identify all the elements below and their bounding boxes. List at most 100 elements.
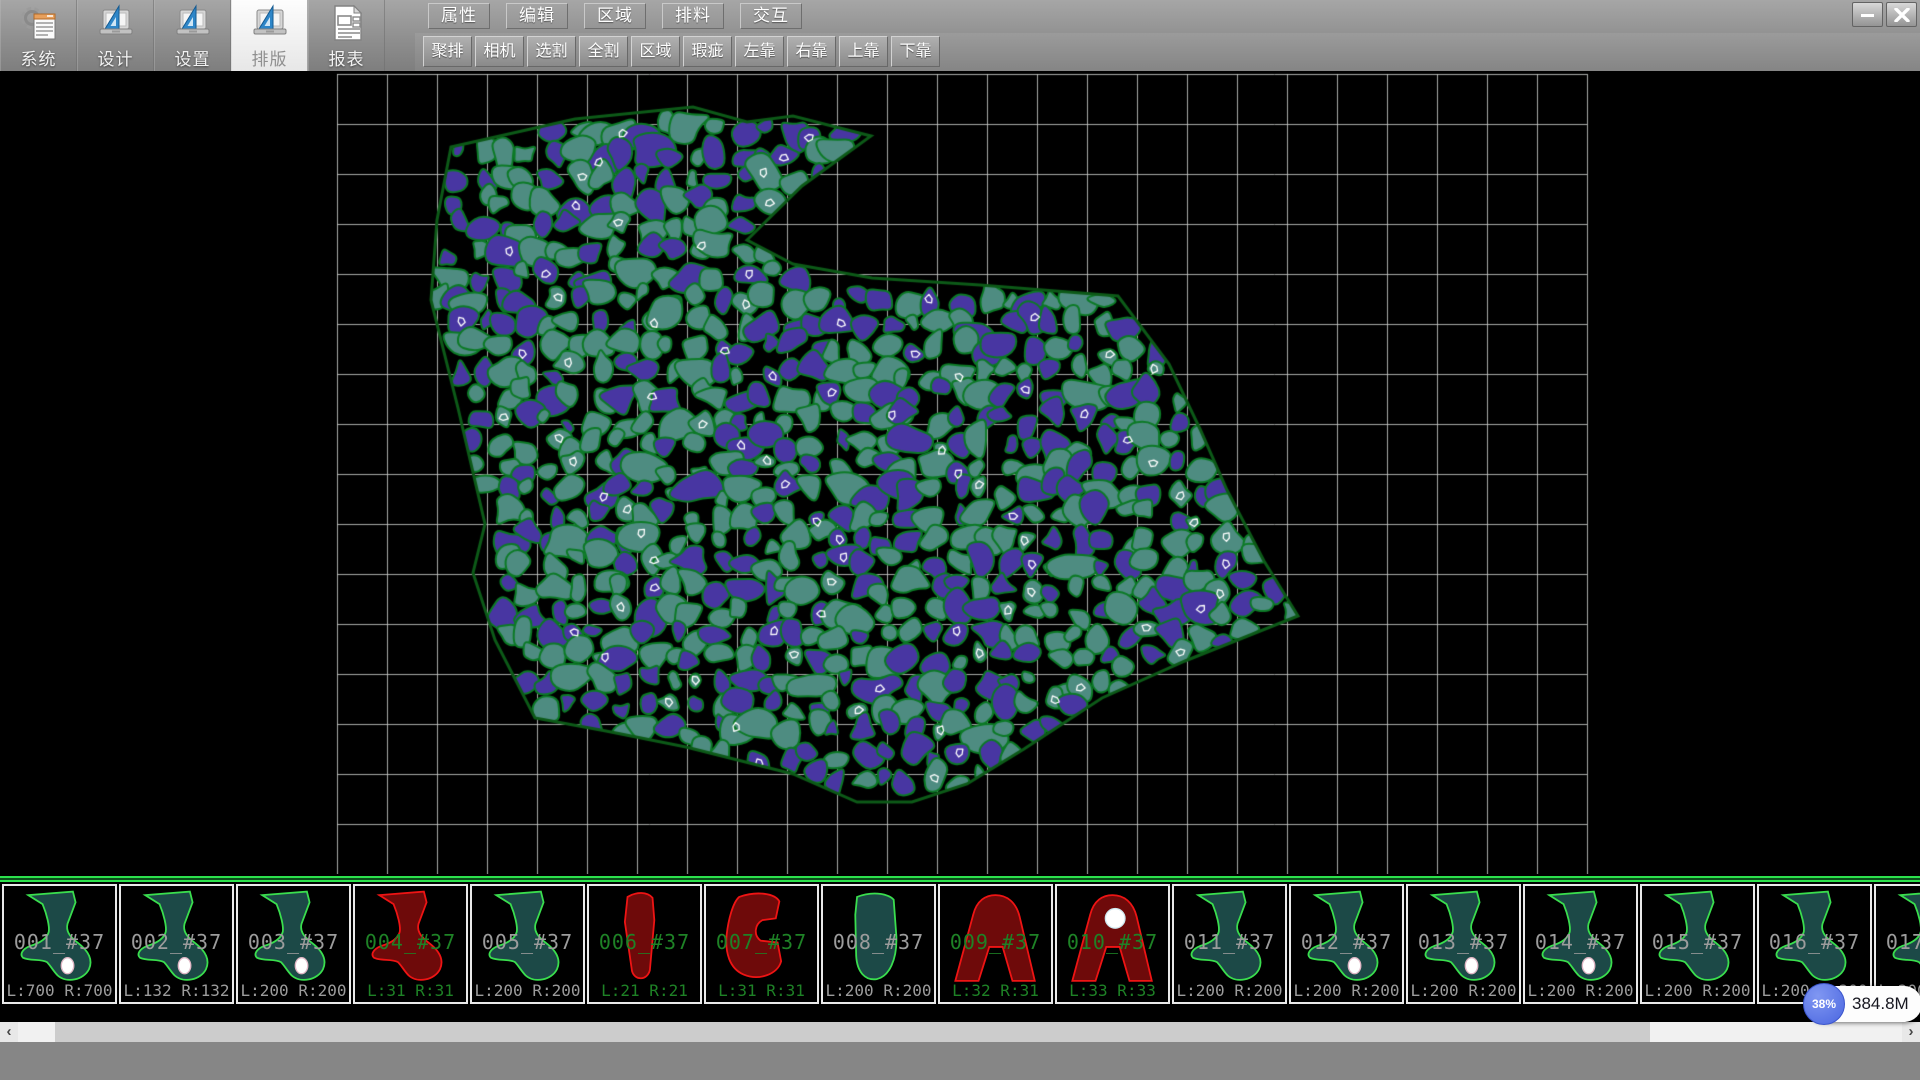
- minimize-button[interactable]: [1852, 2, 1883, 27]
- app-button-label: 设计: [98, 45, 134, 70]
- app-button-label: 排版: [252, 45, 288, 70]
- piece-name: 009_#37: [940, 930, 1051, 954]
- piece-thumbnail[interactable]: 001_#37 L:700 R:700: [2, 884, 117, 1004]
- menu-tab[interactable]: 区域: [584, 3, 646, 29]
- status-bar: [0, 1042, 1920, 1080]
- piece-thumbnail[interactable]: 004_#37 L:31 R:31: [353, 884, 468, 1004]
- app-button-system[interactable]: 系统: [0, 0, 77, 71]
- piece-lr-count: L:200 R:200: [1291, 981, 1402, 1000]
- strip-divider-lines: [0, 874, 1920, 884]
- menu-tab[interactable]: 交互: [740, 3, 802, 29]
- app-button-report[interactable]: 报表: [308, 0, 385, 71]
- piece-thumbnail[interactable]: 008_#37 L:200 R:200: [821, 884, 936, 1004]
- piece-lr-count: L:200 R:200: [1642, 981, 1753, 1000]
- piece-thumbnail[interactable]: 002_#37 L:132 R:132: [119, 884, 234, 1004]
- scroll-left-button[interactable]: ‹: [0, 1022, 18, 1042]
- piece-thumbnail[interactable]: 013_#37 L:200 R:200: [1406, 884, 1521, 1004]
- system-icon: [19, 3, 59, 43]
- scroll-right-button[interactable]: ›: [1902, 1022, 1920, 1042]
- piece-name: 002_#37: [121, 930, 232, 954]
- action-button[interactable]: 上靠: [839, 36, 888, 67]
- piece-thumbnail[interactable]: 015_#37 L:200 R:200: [1640, 884, 1755, 1004]
- piece-thumbnail[interactable]: 005_#37 L:200 R:200: [470, 884, 585, 1004]
- app-button-label: 系统: [21, 45, 57, 70]
- piece-thumbnail[interactable]: 007_#37 L:31 R:31: [704, 884, 819, 1004]
- piece-lr-count: L:132 R:132: [121, 981, 232, 1000]
- close-button[interactable]: [1886, 2, 1917, 27]
- piece-thumbnail[interactable]: 006_#37 L:21 R:21: [587, 884, 702, 1004]
- piece-lr-count: L:200 R:200: [238, 981, 349, 1000]
- close-icon: [1894, 8, 1910, 22]
- piece-thumbnail-list: 001_#37L:700 R:700002_#37L:132 R:132003_…: [0, 884, 1920, 1006]
- piece-thumbnail[interactable]: 003_#37 L:200 R:200: [236, 884, 351, 1004]
- piece-lr-count: L:31 R:31: [355, 981, 466, 1000]
- action-button[interactable]: 右靠: [787, 36, 836, 67]
- toolbar: 系统设计设置排版报表 属性编辑区域排料交互 聚排相机选割全割区域瑕疵左靠右靠上靠…: [0, 0, 1920, 71]
- piece-name: 013_#37: [1408, 930, 1519, 954]
- piece-name: 004_#37: [355, 930, 466, 954]
- action-button-bar: 聚排相机选割全割区域瑕疵左靠右靠上靠下靠: [423, 36, 943, 68]
- piece-name: 005_#37: [472, 930, 583, 954]
- horizontal-scrollbar[interactable]: ‹ ›: [0, 1022, 1920, 1042]
- piece-name: 011_#37: [1174, 930, 1285, 954]
- piece-lr-count: L:200 R:200: [1408, 981, 1519, 1000]
- menu-tab-bar: 属性编辑区域排料交互: [428, 3, 818, 30]
- action-button[interactable]: 全割: [579, 36, 628, 67]
- piece-thumbnail[interactable]: 012_#37 L:200 R:200: [1289, 884, 1404, 1004]
- piece-lr-count: L:31 R:31: [706, 981, 817, 1000]
- piece-name: 006_#37: [589, 930, 700, 954]
- action-button[interactable]: 瑕疵: [683, 36, 732, 67]
- memory-value: 384.8M: [1852, 994, 1909, 1014]
- piece-thumbnail[interactable]: 010_#37 L:33 R:33: [1055, 884, 1170, 1004]
- app-launcher-bar: 系统 设计 设置 排版 报表: [0, 0, 385, 71]
- piece-lr-count: L:200 R:200: [472, 981, 583, 1000]
- app-button-label: 设置: [175, 45, 211, 70]
- piece-lr-count: L:200 R:200: [1525, 981, 1636, 1000]
- action-button[interactable]: 左靠: [735, 36, 784, 67]
- memory-badge[interactable]: 38% 384.8M: [1806, 986, 1920, 1022]
- action-button[interactable]: 聚排: [423, 36, 472, 67]
- design-icon: [96, 3, 136, 43]
- settings-icon: [173, 3, 213, 43]
- piece-name: 010_#37: [1057, 930, 1168, 954]
- piece-thumbnail[interactable]: 014_#37 L:200 R:200: [1523, 884, 1638, 1004]
- piece-name: 008_#37: [823, 930, 934, 954]
- window-controls: [1852, 2, 1917, 27]
- piece-lr-count: L:32 R:31: [940, 981, 1051, 1000]
- app-button-design[interactable]: 设计: [77, 0, 154, 71]
- pieces-strip: 001_#37L:700 R:700002_#37L:132 R:132003_…: [0, 874, 1920, 1010]
- piece-lr-count: L:200 R:200: [1174, 981, 1285, 1000]
- app-button-settings[interactable]: 设置: [154, 0, 231, 71]
- piece-lr-count: L:700 R:700: [4, 981, 115, 1000]
- piece-name: 017_#37: [1876, 930, 1920, 954]
- action-button[interactable]: 选割: [527, 36, 576, 67]
- piece-name: 015_#37: [1642, 930, 1753, 954]
- report-icon: [327, 3, 367, 43]
- nesting-canvas[interactable]: [0, 71, 1920, 874]
- piece-thumbnail[interactable]: 011_#37 L:200 R:200: [1172, 884, 1287, 1004]
- minimize-icon: [1860, 9, 1876, 21]
- layout-icon: [250, 3, 290, 43]
- piece-lr-count: L:21 R:21: [589, 981, 700, 1000]
- action-button[interactable]: 相机: [475, 36, 524, 67]
- app-button-layout[interactable]: 排版: [231, 0, 308, 71]
- piece-lr-count: L:33 R:33: [1057, 981, 1168, 1000]
- app-button-label: 报表: [329, 45, 365, 70]
- piece-lr-count: L:200 R:200: [823, 981, 934, 1000]
- menu-tab[interactable]: 排料: [662, 3, 724, 29]
- piece-name: 001_#37: [4, 930, 115, 954]
- piece-name: 012_#37: [1291, 930, 1402, 954]
- piece-name: 007_#37: [706, 930, 817, 954]
- progress-value: 38%: [1812, 997, 1836, 1011]
- piece-name: 003_#37: [238, 930, 349, 954]
- progress-circle: 38%: [1803, 983, 1845, 1025]
- piece-thumbnail[interactable]: 009_#37 L:32 R:31: [938, 884, 1053, 1004]
- piece-name: 014_#37: [1525, 930, 1636, 954]
- scrollbar-thumb[interactable]: [55, 1022, 1650, 1042]
- action-button[interactable]: 区域: [631, 36, 680, 67]
- piece-name: 016_#37: [1759, 930, 1870, 954]
- action-button[interactable]: 下靠: [891, 36, 940, 67]
- application-window: 系统设计设置排版报表 属性编辑区域排料交互 聚排相机选割全割区域瑕疵左靠右靠上靠…: [0, 0, 1920, 1080]
- menu-tab[interactable]: 编辑: [506, 3, 568, 29]
- menu-tab[interactable]: 属性: [428, 3, 490, 29]
